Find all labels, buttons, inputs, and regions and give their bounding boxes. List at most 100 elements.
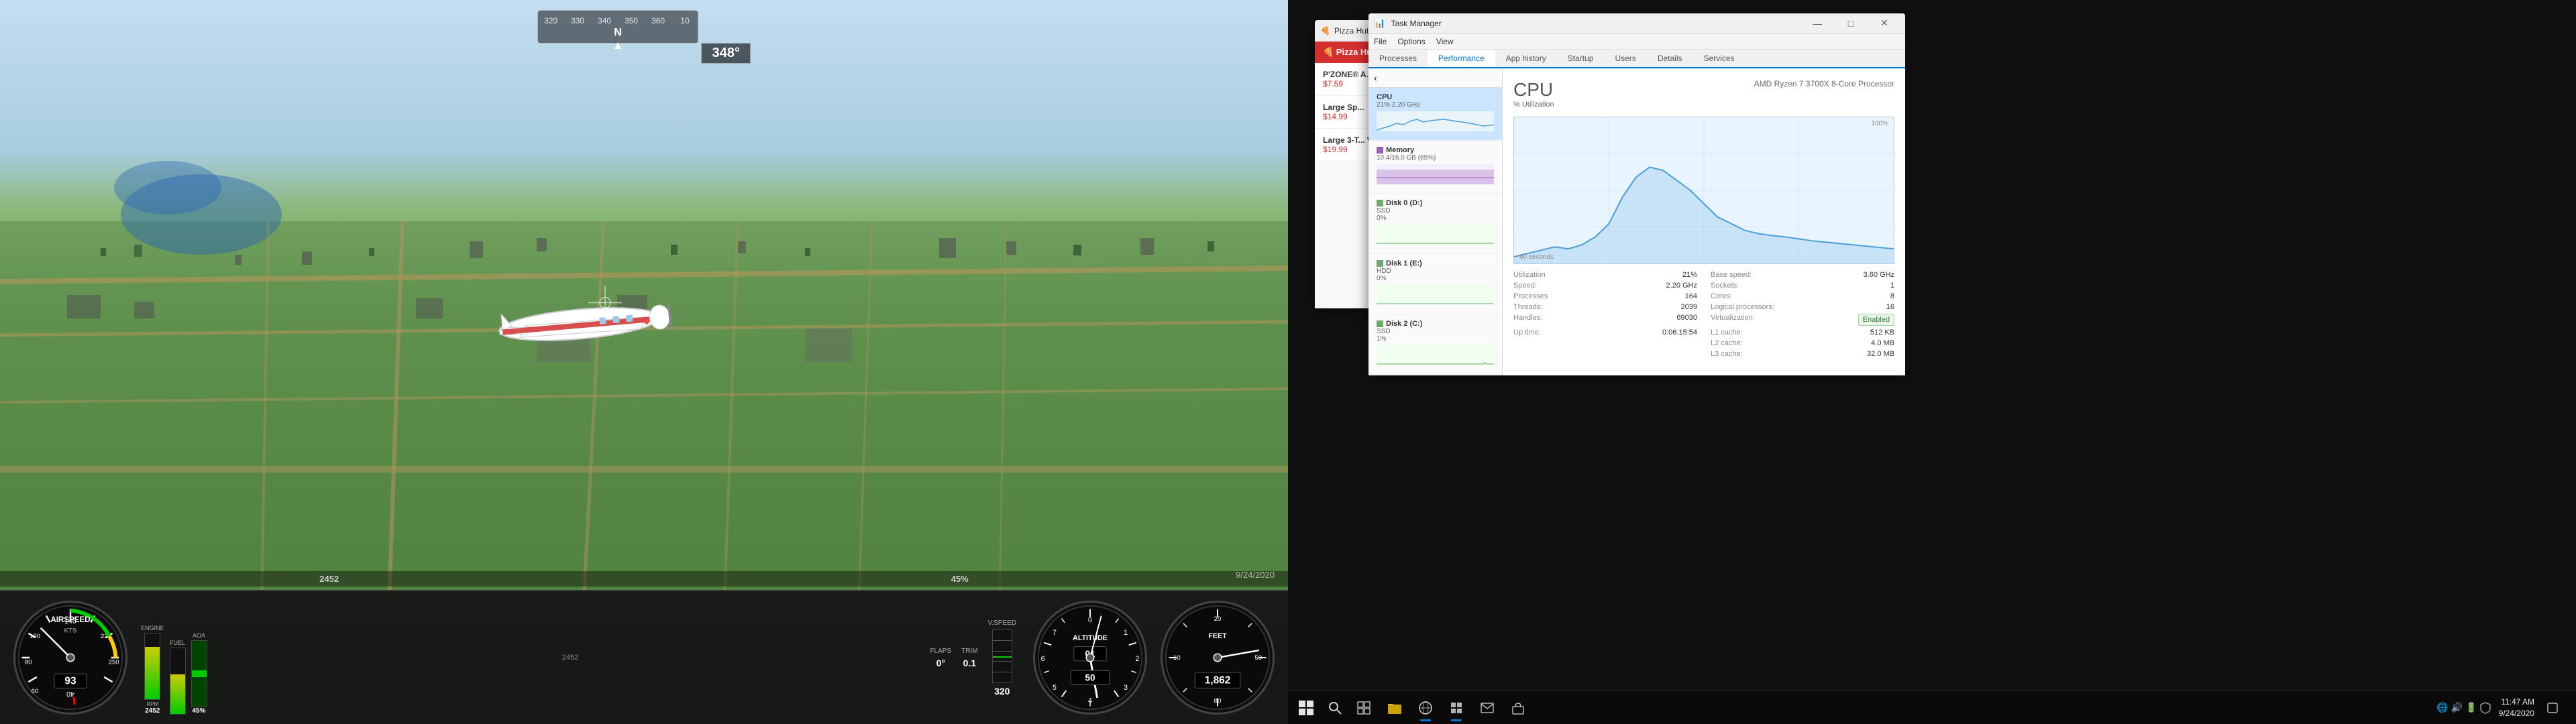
store-button[interactable] bbox=[1503, 692, 1534, 723]
taskbar-clock[interactable]: 11:47 AM 9/24/2020 bbox=[2499, 697, 2534, 719]
svg-text:3: 3 bbox=[1124, 684, 1128, 692]
cpu-mini-graph bbox=[1377, 111, 1494, 131]
task-manager-window[interactable]: 📊 Task Manager — □ ✕ File Options View P… bbox=[1368, 13, 1905, 375]
uptime-label: Up time: bbox=[1513, 328, 1541, 337]
cores-value: 8 bbox=[1890, 292, 1894, 300]
tm-menubar: File Options View bbox=[1368, 34, 1905, 50]
tm-perf-memory[interactable]: Memory 10.4/16.0 GB (65%) bbox=[1368, 141, 1502, 194]
airspeed-gauge: 40 140 100 80 60 225 250 AIRSPEED KTS bbox=[13, 601, 127, 715]
tm-perf-disk1[interactable]: Disk 1 (E:) HDD0% bbox=[1368, 254, 1502, 314]
disk1-mini-graph bbox=[1377, 285, 1494, 305]
cpu-graph: 100% 60 seconds bbox=[1513, 117, 1894, 264]
notification-center-button[interactable] bbox=[2537, 692, 2568, 723]
time-display: 11:47 AM bbox=[2499, 697, 2534, 708]
cpu-item-detail: 21% 2.20 GHz bbox=[1377, 101, 1494, 109]
tm-left-panel[interactable]: ‹ CPU 21% 2.20 GHz bbox=[1368, 68, 1503, 375]
tab-details[interactable]: Details bbox=[1647, 50, 1693, 68]
svg-text:KTS: KTS bbox=[64, 627, 77, 634]
pizza-item-1-price: $7.59 bbox=[1323, 79, 1373, 88]
stat-uptime: Up time: 0:06:15:54 bbox=[1513, 328, 1697, 337]
volume-icon[interactable]: 🔊 bbox=[2451, 702, 2463, 713]
flaps-label: FLAPS bbox=[930, 648, 951, 655]
tm-back-button[interactable]: ‹ bbox=[1368, 68, 1502, 88]
menu-file[interactable]: File bbox=[1374, 37, 1387, 46]
svg-text:0: 0 bbox=[1088, 616, 1092, 624]
fuel-label: FUEL bbox=[170, 640, 185, 646]
sockets-label: Sockets: bbox=[1711, 282, 1739, 290]
tab-processes[interactable]: Processes bbox=[1368, 50, 1428, 68]
menu-options[interactable]: Options bbox=[1397, 37, 1425, 46]
trim-indicator: TRIM 0.1 bbox=[961, 648, 977, 668]
svg-text:350: 350 bbox=[625, 16, 638, 25]
stat-utilization: Utilization 21% bbox=[1513, 271, 1697, 279]
file-explorer-icon bbox=[1387, 701, 1402, 715]
tm-maximize-button[interactable]: □ bbox=[1835, 13, 1866, 34]
utilization-label: % Utilization bbox=[1513, 101, 1554, 109]
taskmanager-taskbar-icon bbox=[1450, 701, 1463, 715]
taskbar: 🌐 🔊 🔋 11:47 AM 9/24/2020 bbox=[1288, 690, 2576, 724]
tm-close-button[interactable]: ✕ bbox=[1869, 13, 1900, 34]
security-icon bbox=[2480, 702, 2491, 714]
tm-right-panel: CPU % Utilization AMD Ryzen 7 3700X 8-Co… bbox=[1503, 68, 1905, 375]
svg-text:5: 5 bbox=[1053, 684, 1057, 692]
disk2-item-name: Disk 2 (C:) bbox=[1386, 320, 1422, 328]
feet-gauge: 20 50 80 10 FEET 1,862 bbox=[1161, 601, 1275, 715]
sockets-value: 1 bbox=[1890, 282, 1894, 290]
stat-threads: Threads: 2039 bbox=[1513, 303, 1697, 311]
engine-pct-bottom: 45% bbox=[951, 574, 969, 584]
flight-sim-panel: 320 330 340 N 350 360 10 348° bbox=[0, 0, 1288, 724]
network-icon[interactable]: 🌐 bbox=[2436, 702, 2448, 713]
disk0-item-detail: SSD0% bbox=[1377, 207, 1494, 222]
tm-minimize-button[interactable]: — bbox=[1802, 13, 1833, 34]
tm-perf-disk0[interactable]: Disk 0 (D:) SSD0% bbox=[1368, 194, 1502, 254]
menu-view[interactable]: View bbox=[1436, 37, 1454, 46]
task-view-button[interactable] bbox=[1348, 692, 1379, 723]
threads-label: Threads: bbox=[1513, 303, 1542, 311]
svg-text:80: 80 bbox=[25, 659, 32, 666]
heading-display: 348° bbox=[702, 43, 751, 64]
vspeed-value: 320 bbox=[994, 686, 1010, 697]
l3-value: 32.0 MB bbox=[1867, 350, 1894, 358]
search-button[interactable] bbox=[1322, 695, 1348, 721]
tab-startup[interactable]: Startup bbox=[1557, 50, 1605, 68]
pizza-header-text: 🍕 Pizza Hut bbox=[1323, 47, 1375, 57]
tm-window-controls[interactable]: — □ ✕ bbox=[1802, 13, 1900, 34]
flaps-value: 0° bbox=[936, 658, 945, 668]
taskmanager-taskbar-button[interactable] bbox=[1441, 692, 1472, 723]
base-speed-label: Base speed: bbox=[1711, 271, 1752, 279]
store-icon bbox=[1511, 701, 1525, 715]
tm-stats-grid: Utilization 21% Base speed: 3.60 GHz Spe… bbox=[1513, 271, 1894, 358]
search-icon bbox=[1328, 701, 1342, 715]
crosshair bbox=[585, 282, 625, 326]
tab-services[interactable]: Services bbox=[1693, 50, 1746, 68]
battery-icon[interactable]: 🔋 bbox=[2465, 702, 2477, 713]
virt-label: Virtualization: bbox=[1711, 314, 1755, 326]
svg-text:60: 60 bbox=[32, 688, 39, 695]
mail-button[interactable] bbox=[1472, 692, 1503, 723]
memory-color bbox=[1377, 147, 1383, 154]
stat-l2: L2 cache: 4.0 MB bbox=[1711, 339, 1894, 347]
tm-titlebar: 📊 Task Manager — □ ✕ bbox=[1368, 13, 1905, 34]
rpm-display: 2452 bbox=[562, 654, 578, 662]
svg-text:330: 330 bbox=[571, 16, 584, 25]
svg-text:50: 50 bbox=[1085, 673, 1095, 683]
util-value: 21% bbox=[1682, 271, 1697, 279]
tab-users[interactable]: Users bbox=[1604, 50, 1646, 68]
svg-text:20: 20 bbox=[1214, 615, 1222, 623]
l1-label: L1 cache: bbox=[1711, 328, 1743, 337]
tm-perf-cpu[interactable]: CPU 21% 2.20 GHz bbox=[1368, 88, 1502, 141]
tab-app-history[interactable]: App history bbox=[1495, 50, 1557, 68]
disk1-item-name: Disk 1 (E:) bbox=[1386, 259, 1422, 267]
cpu-item-name: CPU bbox=[1377, 93, 1494, 101]
tm-tabs[interactable]: Processes Performance App history Startu… bbox=[1368, 50, 1905, 68]
l3-label: L3 cache: bbox=[1711, 350, 1743, 358]
file-explorer-button[interactable] bbox=[1379, 692, 1410, 723]
tm-perf-disk2[interactable]: Disk 2 (C:) SSD1% bbox=[1368, 314, 1502, 375]
logical-label: Logical processors: bbox=[1711, 303, 1774, 311]
pizza-item-2-price: $14.99 bbox=[1323, 112, 1364, 121]
svg-text:7: 7 bbox=[1053, 629, 1057, 637]
tab-performance[interactable]: Performance bbox=[1428, 50, 1495, 68]
browser-taskbar-button[interactable] bbox=[1410, 692, 1441, 723]
stat-virtualization: Virtualization: Enabled bbox=[1711, 314, 1894, 326]
start-button[interactable] bbox=[1291, 692, 1322, 723]
